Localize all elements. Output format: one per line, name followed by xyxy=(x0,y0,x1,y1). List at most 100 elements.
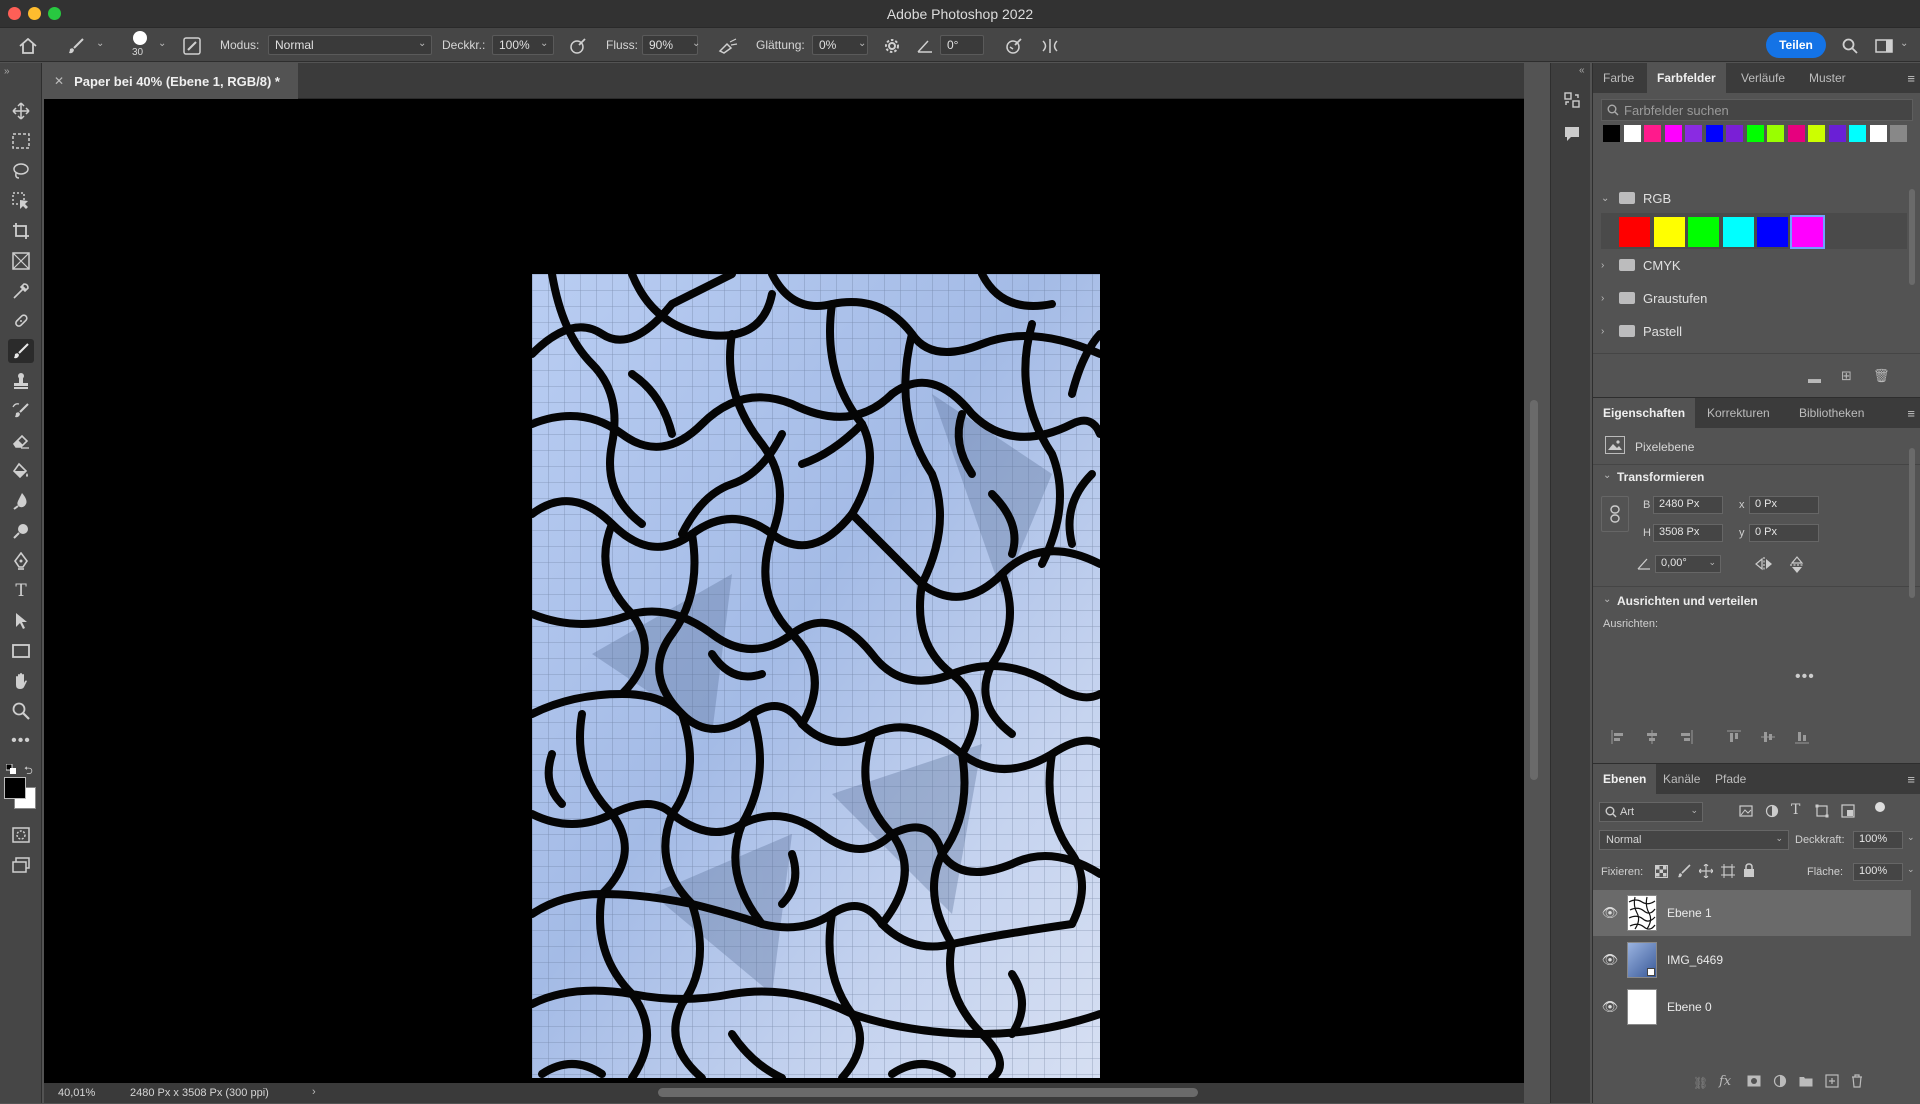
brush-size-chevron-icon[interactable]: ⌄ xyxy=(158,38,166,49)
layer-effects-icon[interactable]: fx xyxy=(1719,1074,1731,1089)
brush-preset-chevron-icon[interactable]: ⌄ xyxy=(96,38,104,49)
new-swatch-icon[interactable]: ⊞ xyxy=(1841,368,1852,384)
filter-shape-icon[interactable] xyxy=(1815,804,1829,821)
frame-tool-icon[interactable] xyxy=(8,249,34,273)
recent-swatch[interactable] xyxy=(1787,125,1805,142)
collapse-toolbar-icon[interactable]: » xyxy=(4,66,10,77)
more-tools-icon[interactable]: ••• xyxy=(8,729,34,753)
rgb-swatch[interactable] xyxy=(1688,217,1719,247)
smoothing-chevron-icon[interactable]: ⌄ xyxy=(858,38,866,49)
layers-panel-menu-icon[interactable]: ≡ xyxy=(1907,772,1915,787)
recent-swatch[interactable] xyxy=(1623,125,1641,142)
paint-bucket-tool-icon[interactable] xyxy=(8,459,34,483)
swatch-group-grayscale[interactable]: › Graustufen xyxy=(1601,285,1907,311)
recent-swatch[interactable] xyxy=(1746,125,1764,142)
mode-select[interactable]: Normal xyxy=(268,35,432,55)
history-brush-tool-icon[interactable] xyxy=(8,399,34,423)
canvas-area[interactable] xyxy=(44,99,1524,1083)
mode-chevron-icon[interactable]: ⌄ xyxy=(418,38,426,49)
fill-input[interactable]: 100% xyxy=(1853,863,1903,881)
width-input[interactable]: 2480 Px xyxy=(1653,496,1723,514)
rotation-input[interactable]: 0,00° ⌄ xyxy=(1655,555,1721,573)
layer-opacity-input[interactable]: 100% xyxy=(1853,831,1903,849)
workspace-icon[interactable] xyxy=(1874,36,1894,56)
lasso-tool-icon[interactable] xyxy=(8,159,34,183)
foreground-color-swatch[interactable] xyxy=(4,777,26,799)
properties-panel-menu-icon[interactable]: ≡ xyxy=(1907,406,1915,421)
layer-row-img-6469[interactable]: 👁 IMG_6469 xyxy=(1593,937,1911,983)
recent-swatch[interactable] xyxy=(1705,125,1723,142)
filter-smart-object-icon[interactable] xyxy=(1841,804,1855,821)
quick-mask-icon[interactable] xyxy=(8,823,34,847)
tab-gradients[interactable]: Verläufe xyxy=(1731,63,1795,93)
recent-swatch[interactable] xyxy=(1603,125,1620,142)
flip-horizontal-icon[interactable] xyxy=(1755,556,1773,575)
link-layers-icon[interactable]: ⛓ xyxy=(1693,1076,1708,1090)
align-top-icon[interactable] xyxy=(1725,730,1743,748)
visibility-eye-icon[interactable]: 👁 xyxy=(1593,952,1627,968)
align-chevron-icon[interactable]: ⌄ xyxy=(1603,594,1611,605)
history-panel-icon[interactable] xyxy=(1563,91,1581,112)
swatch-group-cmyk[interactable]: › CMYK xyxy=(1601,252,1907,278)
brush-settings-icon[interactable] xyxy=(182,36,202,56)
more-options-icon[interactable]: ••• xyxy=(1795,668,1815,686)
type-tool-icon[interactable]: T xyxy=(8,579,34,603)
visibility-eye-icon[interactable]: 👁 xyxy=(1593,905,1627,921)
recent-swatch[interactable] xyxy=(1849,125,1866,142)
recent-swatch[interactable] xyxy=(1869,125,1887,142)
swatches-search-field[interactable]: Farbfelder suchen xyxy=(1601,99,1913,121)
height-input[interactable]: 3508 Px xyxy=(1653,524,1723,542)
recent-swatch[interactable] xyxy=(1808,125,1825,142)
tab-patterns[interactable]: Muster xyxy=(1799,63,1856,93)
marquee-tool-icon[interactable] xyxy=(8,129,34,153)
rectangle-tool-icon[interactable] xyxy=(8,639,34,663)
layer-filter-select[interactable]: Art ⌄ xyxy=(1599,802,1703,822)
swatches-scrollbar[interactable] xyxy=(1909,189,1915,285)
vertical-scrollbar[interactable] xyxy=(1530,400,1538,780)
align-left-icon[interactable] xyxy=(1609,730,1627,748)
move-tool-icon[interactable] xyxy=(8,99,34,123)
zoom-level[interactable]: 40,01% xyxy=(58,1087,95,1099)
healing-brush-tool-icon[interactable] xyxy=(8,309,34,333)
brush-tip-icon[interactable] xyxy=(133,31,147,45)
document-tab[interactable]: ✕ Paper bei 40% (Ebene 1, RGB/8) * xyxy=(44,63,298,99)
tab-swatches[interactable]: Farbfelder xyxy=(1647,63,1726,93)
new-layer-icon[interactable] xyxy=(1825,1074,1839,1091)
recent-swatch[interactable] xyxy=(1828,125,1846,142)
angle-input[interactable]: 0° xyxy=(940,35,984,55)
recent-swatch[interactable] xyxy=(1767,125,1784,142)
rgb-swatch[interactable] xyxy=(1722,217,1754,247)
tab-adjustments[interactable]: Korrekturen xyxy=(1697,398,1780,428)
y-input[interactable]: 0 Px xyxy=(1749,524,1819,542)
home-icon[interactable] xyxy=(18,36,38,56)
visibility-eye-icon[interactable]: 👁 xyxy=(1593,999,1627,1015)
lock-transparent-icon[interactable] xyxy=(1655,865,1668,881)
close-tab-icon[interactable]: ✕ xyxy=(54,74,64,88)
pressure-opacity-icon[interactable] xyxy=(568,36,588,56)
blur-tool-icon[interactable] xyxy=(8,489,34,513)
filter-adjustment-icon[interactable] xyxy=(1765,804,1779,821)
tab-channels[interactable]: Kanäle xyxy=(1653,764,1710,794)
filter-type-icon[interactable]: T xyxy=(1791,802,1800,818)
path-selection-tool-icon[interactable] xyxy=(8,609,34,633)
hand-tool-icon[interactable] xyxy=(8,669,34,693)
rgb-swatch[interactable] xyxy=(1619,217,1650,247)
clone-stamp-tool-icon[interactable] xyxy=(8,369,34,393)
opacity-chevron-icon[interactable]: ⌄ xyxy=(540,38,548,49)
document-canvas[interactable] xyxy=(532,274,1100,1078)
tab-paths[interactable]: Pfade xyxy=(1705,764,1756,794)
object-selection-tool-icon[interactable] xyxy=(8,189,34,213)
properties-scrollbar[interactable] xyxy=(1909,448,1915,598)
rgb-swatch[interactable] xyxy=(1653,217,1685,247)
smoothing-settings-icon[interactable] xyxy=(882,36,902,56)
blend-mode-select[interactable]: Normal ⌄ xyxy=(1599,830,1789,850)
recent-swatch[interactable] xyxy=(1685,125,1702,142)
search-icon[interactable] xyxy=(1840,36,1860,56)
screen-mode-icon[interactable] xyxy=(8,853,34,877)
rgb-swatch[interactable] xyxy=(1757,217,1788,247)
crop-tool-icon[interactable] xyxy=(8,219,34,243)
filter-toggle-icon[interactable] xyxy=(1875,802,1885,812)
fill-chevron-icon[interactable]: ⌄ xyxy=(1907,864,1915,875)
recent-swatch[interactable] xyxy=(1664,125,1682,142)
status-menu-chevron-icon[interactable]: › xyxy=(312,1086,316,1098)
